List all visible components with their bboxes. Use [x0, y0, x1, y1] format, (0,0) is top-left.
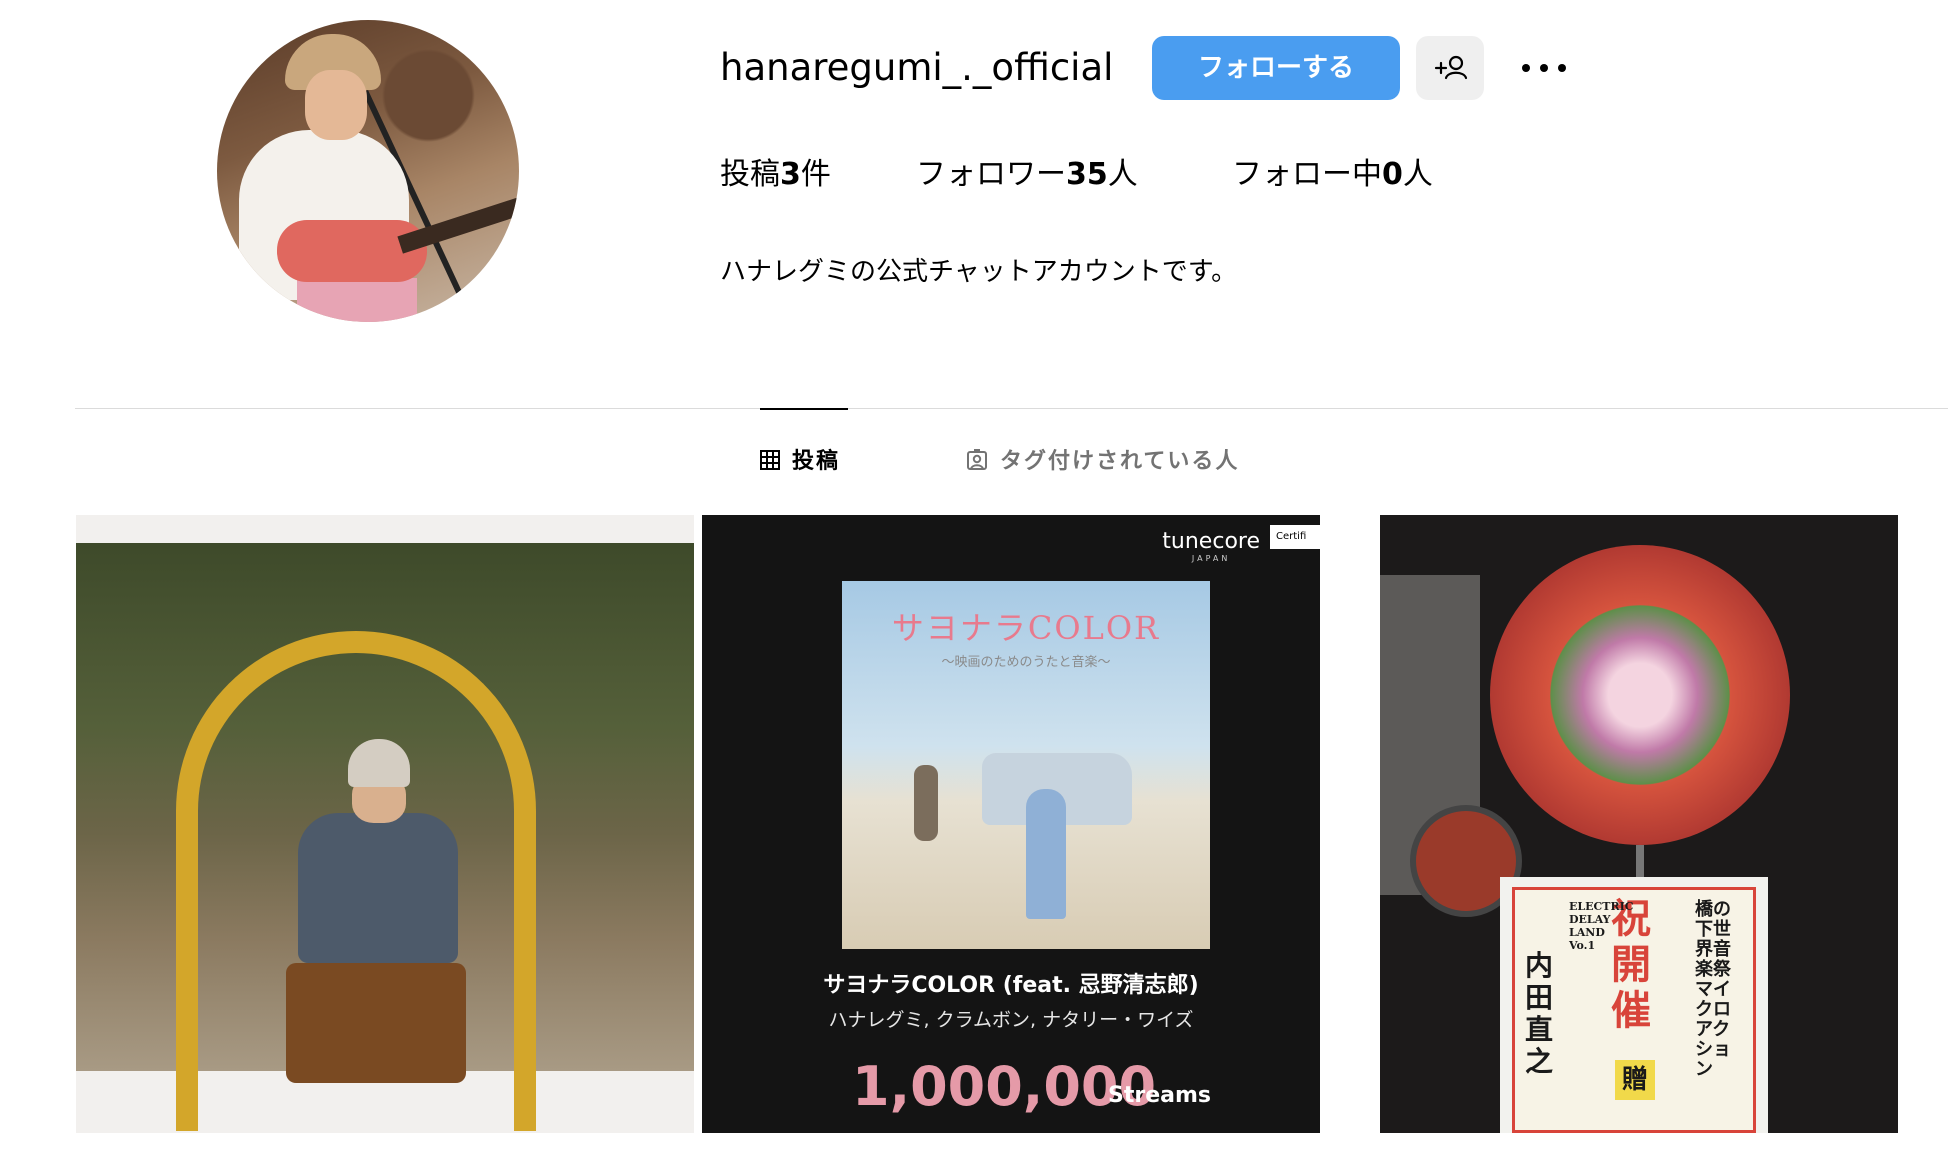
- post-3-sign-panel: 祝開催 橋の下世界音楽祭 マイクロアクション 内田直之 ELECTRIC DEL…: [1512, 887, 1756, 1133]
- post-2[interactable]: tunecore JAPAN Certifi サヨナラCOLOR 〜映画のための…: [702, 515, 1320, 1133]
- following-count[interactable]: フォロー中0人: [1232, 150, 1433, 200]
- profile-username: hanaregumi_._official: [720, 46, 1114, 89]
- add-person-icon: [1434, 55, 1468, 80]
- sign-main-text: 祝開催: [1611, 895, 1651, 1034]
- more-options-icon: [1522, 64, 1530, 72]
- more-options-icon-dot: [1558, 64, 1566, 72]
- album-cover-man: [914, 765, 938, 841]
- profile-bio: ハナレグミの公式チャットアカウントです。: [720, 257, 1238, 287]
- following-number: 0: [1382, 157, 1403, 192]
- sign-gift-text: 贈: [1615, 1060, 1655, 1100]
- certificate-label: Certifi: [1270, 525, 1320, 549]
- sign-tag-text: ELECTRIC DELAY LAND Vo.1: [1569, 900, 1634, 952]
- tunecore-logo: tunecore JAPAN: [1162, 529, 1260, 563]
- song-artists: ハナレグミ, クラムボン, ナタリー・ワイズ: [828, 1009, 1194, 1031]
- tunecore-brand: tunecore: [1162, 529, 1260, 554]
- post-1-person-jacket: [298, 813, 458, 963]
- follow-button[interactable]: フォローする: [1152, 36, 1400, 100]
- grid-icon: [760, 450, 780, 470]
- followers-count[interactable]: フォロワー35人: [916, 150, 1138, 200]
- tab-posts-label: 投稿: [792, 449, 841, 474]
- suggested-accounts-button[interactable]: [1416, 36, 1484, 100]
- posts-suffix: 件: [800, 157, 831, 192]
- post-1-photo: [76, 543, 694, 1131]
- album-cover-title: サヨナラCOLOR: [891, 609, 1161, 647]
- posts-number: 3: [780, 157, 801, 192]
- following-suffix: 人: [1402, 157, 1433, 192]
- album-cover-subtitle: 〜映画のためのうたと音楽〜: [941, 655, 1111, 670]
- streams-label: Streams: [1108, 1083, 1211, 1108]
- post-1-person-trousers: [286, 963, 466, 1083]
- active-tab-indicator: [760, 408, 848, 410]
- tab-tagged[interactable]: タグ付けされている人: [966, 442, 1239, 482]
- tabs-divider: [75, 408, 1948, 409]
- profile-avatar[interactable]: [217, 20, 519, 322]
- album-cover-girl: [1026, 789, 1066, 919]
- post-3-sign: 祝開催 橋の下世界音楽祭 マイクロアクション 内田直之 ELECTRIC DEL…: [1500, 877, 1768, 1133]
- followers-suffix: 人: [1107, 157, 1138, 192]
- post-1[interactable]: [76, 515, 694, 1133]
- posts-label: 投稿: [720, 157, 780, 192]
- followers-label: フォロワー: [916, 157, 1066, 192]
- sign-left-text: 内田直之: [1525, 949, 1554, 1078]
- avatar-person-head: [305, 70, 367, 140]
- tagged-icon: [967, 449, 987, 470]
- more-options-button[interactable]: [1508, 42, 1580, 94]
- following-label: フォロー中: [1232, 157, 1382, 192]
- tab-posts[interactable]: 投稿: [760, 442, 840, 482]
- album-cover: サヨナラCOLOR 〜映画のためのうたと音楽〜: [842, 581, 1210, 949]
- posts-count[interactable]: 投稿3件: [720, 150, 831, 200]
- post-3[interactable]: 祝開催 橋の下世界音楽祭 マイクロアクション 内田直之 ELECTRIC DEL…: [1380, 515, 1898, 1133]
- post-3-flowers: [1550, 605, 1730, 785]
- more-options-icon-dot: [1540, 64, 1548, 72]
- followers-number: 35: [1066, 157, 1108, 192]
- avatar-person-skirt: [297, 278, 417, 322]
- tab-tagged-label: タグ付けされている人: [1000, 449, 1240, 474]
- song-title: サヨナラCOLOR (feat. 忌野清志郎): [823, 973, 1199, 998]
- tunecore-brand-sub: JAPAN: [1191, 554, 1231, 563]
- sign-right-text: 橋の下世界音楽祭 マイクロアクション: [1695, 899, 1731, 1080]
